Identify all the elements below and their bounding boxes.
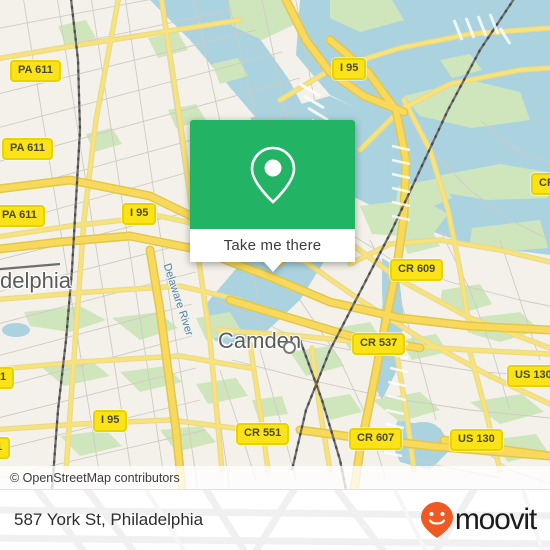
popup-tail-pointer xyxy=(263,262,282,272)
moovit-brand[interactable]: moovit xyxy=(420,501,537,539)
popup-pin-panel xyxy=(190,120,355,229)
place-marker-dot xyxy=(283,341,296,354)
river-label: Delaware River xyxy=(160,262,196,338)
footer-content-row: 587 York St, Philadelphia moovit xyxy=(0,490,550,550)
moovit-wordmark: moovit xyxy=(454,503,537,536)
map-screenshot: PA 611 PA 611 PA 611 I 95 I 95 I 95 CR 609 CR 5… xyxy=(0,0,550,550)
footer-bar: 587 York St, Philadelphia moovit xyxy=(0,490,550,550)
moovit-smiley-pin-icon xyxy=(420,502,453,538)
address-label: 587 York St, Philadelphia xyxy=(14,510,204,529)
place-label: delphia xyxy=(0,268,71,293)
map-canvas[interactable]: PA 611 PA 611 PA 611 I 95 I 95 I 95 CR 609 CR 5… xyxy=(0,0,550,490)
popup-cta-panel[interactable]: Take me there xyxy=(190,229,355,262)
map-pin-icon xyxy=(250,146,295,204)
osm-attribution-text[interactable]: © OpenStreetMap contributors xyxy=(0,471,180,485)
destination-popup-card[interactable]: Take me there xyxy=(190,120,355,272)
attribution-bar: © OpenStreetMap contributors xyxy=(0,466,550,490)
take-me-there-label: Take me there xyxy=(223,237,322,254)
